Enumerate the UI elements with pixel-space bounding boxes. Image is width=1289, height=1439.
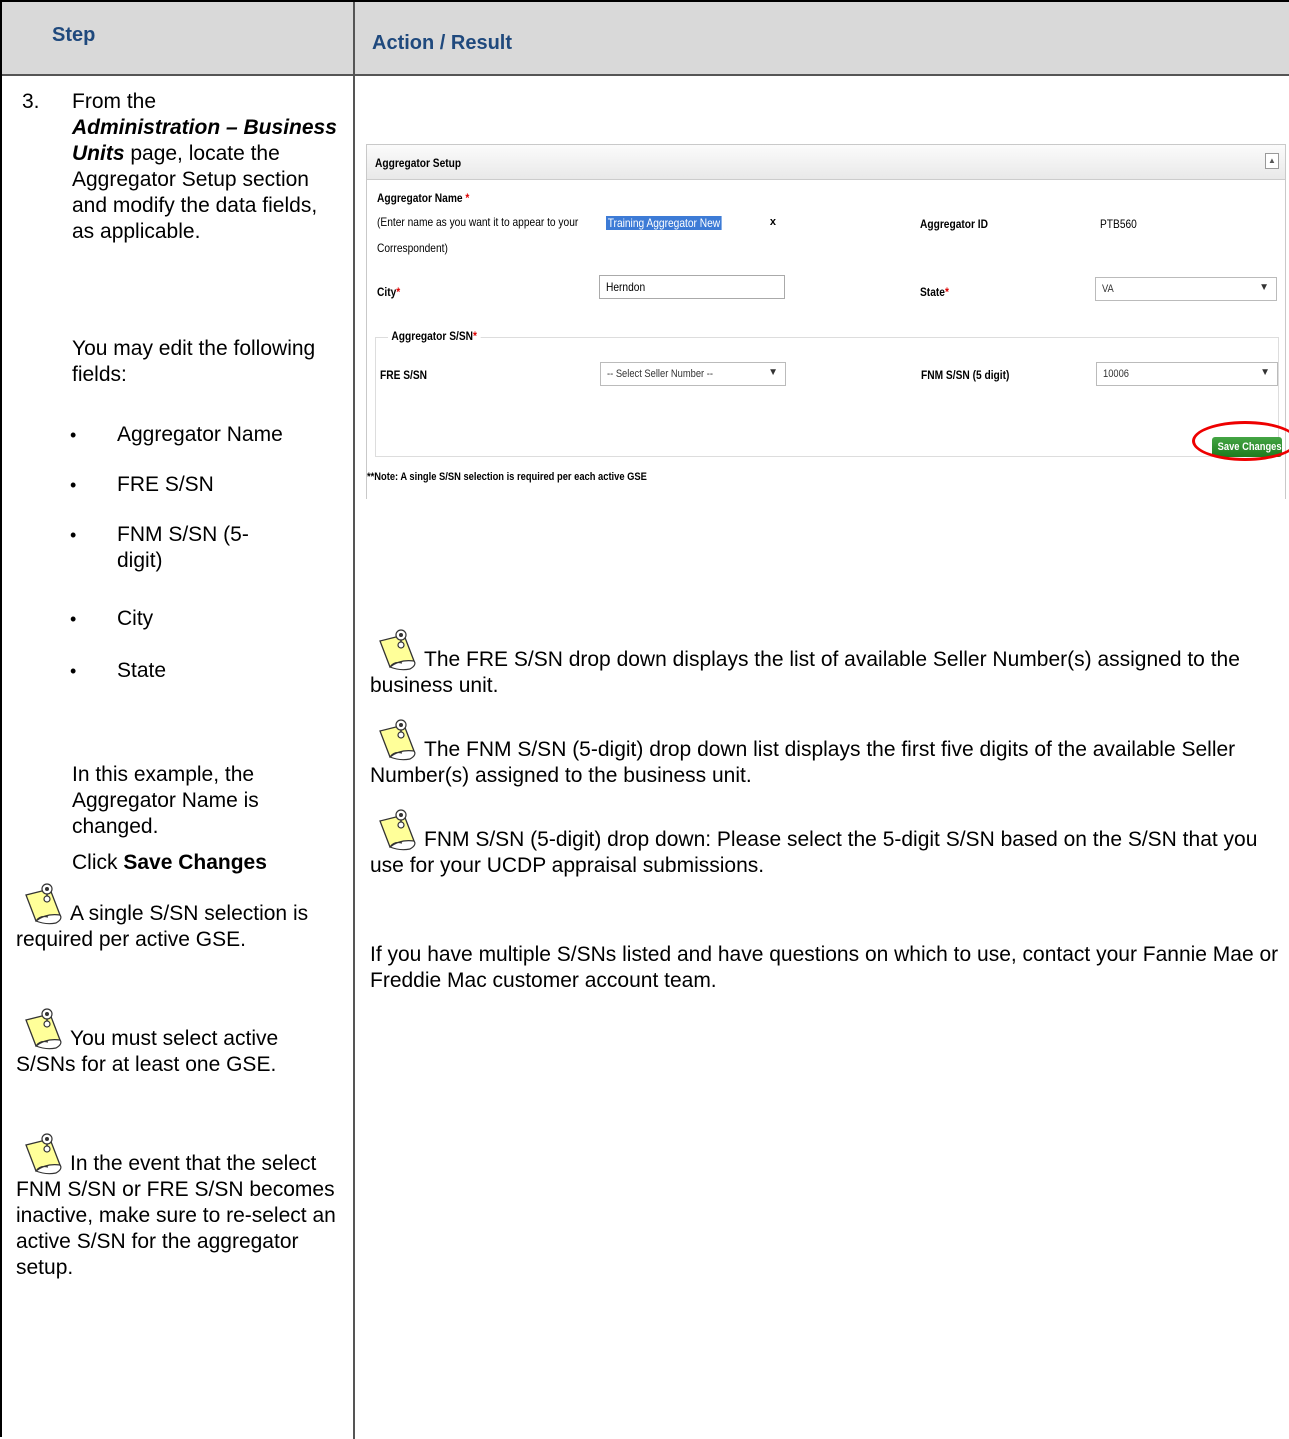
multiple-ssn-paragraph: If you have multiple S/SNs listed and ha… (370, 943, 1279, 992)
state-label: State* (920, 285, 949, 299)
clear-icon[interactable]: x (770, 216, 776, 228)
field-label: FRE S/SN (117, 473, 214, 496)
edit-intro: You may edit the following fields: (72, 337, 316, 386)
click-instruction: Click Save Changes (72, 850, 342, 876)
note-icon (370, 717, 424, 763)
table-header: Step Action / Result (2, 2, 1289, 76)
fnm-ssn-select[interactable]: 10006 ▼ (1096, 362, 1278, 386)
fre-ssn-label: FRE S/SN (380, 368, 428, 382)
panel-title: Aggregator Setup (375, 156, 462, 170)
note-icon (16, 881, 70, 927)
note-text: FNM S/SN (5-digit) drop down: Please sel… (370, 828, 1258, 877)
step-instruction: From the Administration – Business Units… (72, 89, 342, 245)
field-label: FNM S/SN (5- (117, 523, 249, 546)
note-icon (370, 627, 424, 673)
chevron-down-icon: ▼ (1259, 282, 1269, 293)
aggregator-name-input[interactable]: Training Aggregator New x (599, 211, 785, 235)
chevron-down-icon: ▼ (1260, 367, 1270, 378)
note-fnm-ssn: The FNM S/SN (5-digit) drop down list di… (370, 717, 1285, 789)
note-fre-ssn: The FRE S/SN drop down displays the list… (370, 627, 1285, 699)
city-value: Herndon (606, 280, 646, 294)
fnm-ssn-label: FNM S/SN (5 digit) (921, 368, 1010, 382)
aggregator-setup-panel: Aggregator Setup ▲ Aggregator Name * (En… (366, 144, 1289, 499)
note-icon (16, 1006, 70, 1052)
note-text: The FNM S/SN (5-digit) drop down list di… (370, 738, 1236, 787)
procedure-table: Step Action / Result 3. From the Adminis… (0, 0, 1289, 1439)
header-step: Step (52, 24, 96, 46)
panel-header: Aggregator Setup ▲ (367, 145, 1285, 180)
field-label: digit) (117, 549, 163, 572)
header-action-result: Action / Result (372, 32, 513, 54)
field-label: State (117, 659, 167, 682)
state-select[interactable]: VA ▼ (1095, 277, 1277, 301)
instruction-pre: From the (72, 90, 157, 113)
note-fnm-dropdown: FNM S/SN (5-digit) drop down: Please sel… (370, 807, 1285, 879)
fre-ssn-select[interactable]: -- Select Seller Number -- ▼ (600, 362, 786, 386)
city-label: City* (377, 285, 401, 299)
column-divider (353, 2, 355, 1439)
collapse-icon[interactable]: ▲ (1265, 153, 1279, 169)
field-label: Aggregator Name (117, 423, 283, 446)
highlight-circle (1192, 421, 1289, 461)
note-inactive-ssn: In the event that the select FNM S/SN or… (16, 1131, 341, 1281)
note-icon (370, 807, 424, 853)
aggregator-ssn-group: Aggregator S/SN* FRE S/SN -- Select Sell… (375, 329, 1279, 457)
step-number: 3. (22, 90, 40, 113)
aggregator-name-value: Training Aggregator New (606, 216, 722, 230)
example-text: In this example, the Aggregator Name is … (72, 763, 259, 838)
fre-ssn-value: -- Select Seller Number -- (607, 368, 713, 380)
state-value: VA (1102, 283, 1114, 295)
aggregator-ssn-legend: Aggregator S/SN* (388, 329, 481, 343)
aggregator-id-label: Aggregator ID (920, 217, 989, 231)
click-target: Save Changes (123, 851, 267, 874)
chevron-down-icon: ▼ (768, 367, 778, 378)
field-label: City (117, 607, 154, 630)
aggregator-id-value: PTB560 (1100, 217, 1137, 231)
note-single-ssn: A single S/SN selection is required per … (16, 881, 341, 953)
aggregator-name-hint: (Enter name as you want it to appear to … (377, 215, 579, 229)
ssn-note: **Note: A single S/SN selection is requi… (367, 471, 647, 483)
aggregator-setup-screenshot: Aggregator Setup ▲ Aggregator Name * (En… (366, 144, 1289, 504)
aggregator-name-hint-2: Correspondent) (377, 241, 448, 255)
note-active-ssn: You must select active S/SNs for at leas… (16, 1006, 341, 1078)
note-text: The FRE S/SN drop down displays the list… (370, 648, 1240, 697)
aggregator-name-label: Aggregator Name * (377, 191, 470, 205)
fnm-ssn-value: 10006 (1103, 368, 1130, 380)
click-pre: Click (72, 851, 118, 874)
note-icon (16, 1131, 70, 1177)
city-input[interactable]: Herndon (599, 275, 785, 299)
